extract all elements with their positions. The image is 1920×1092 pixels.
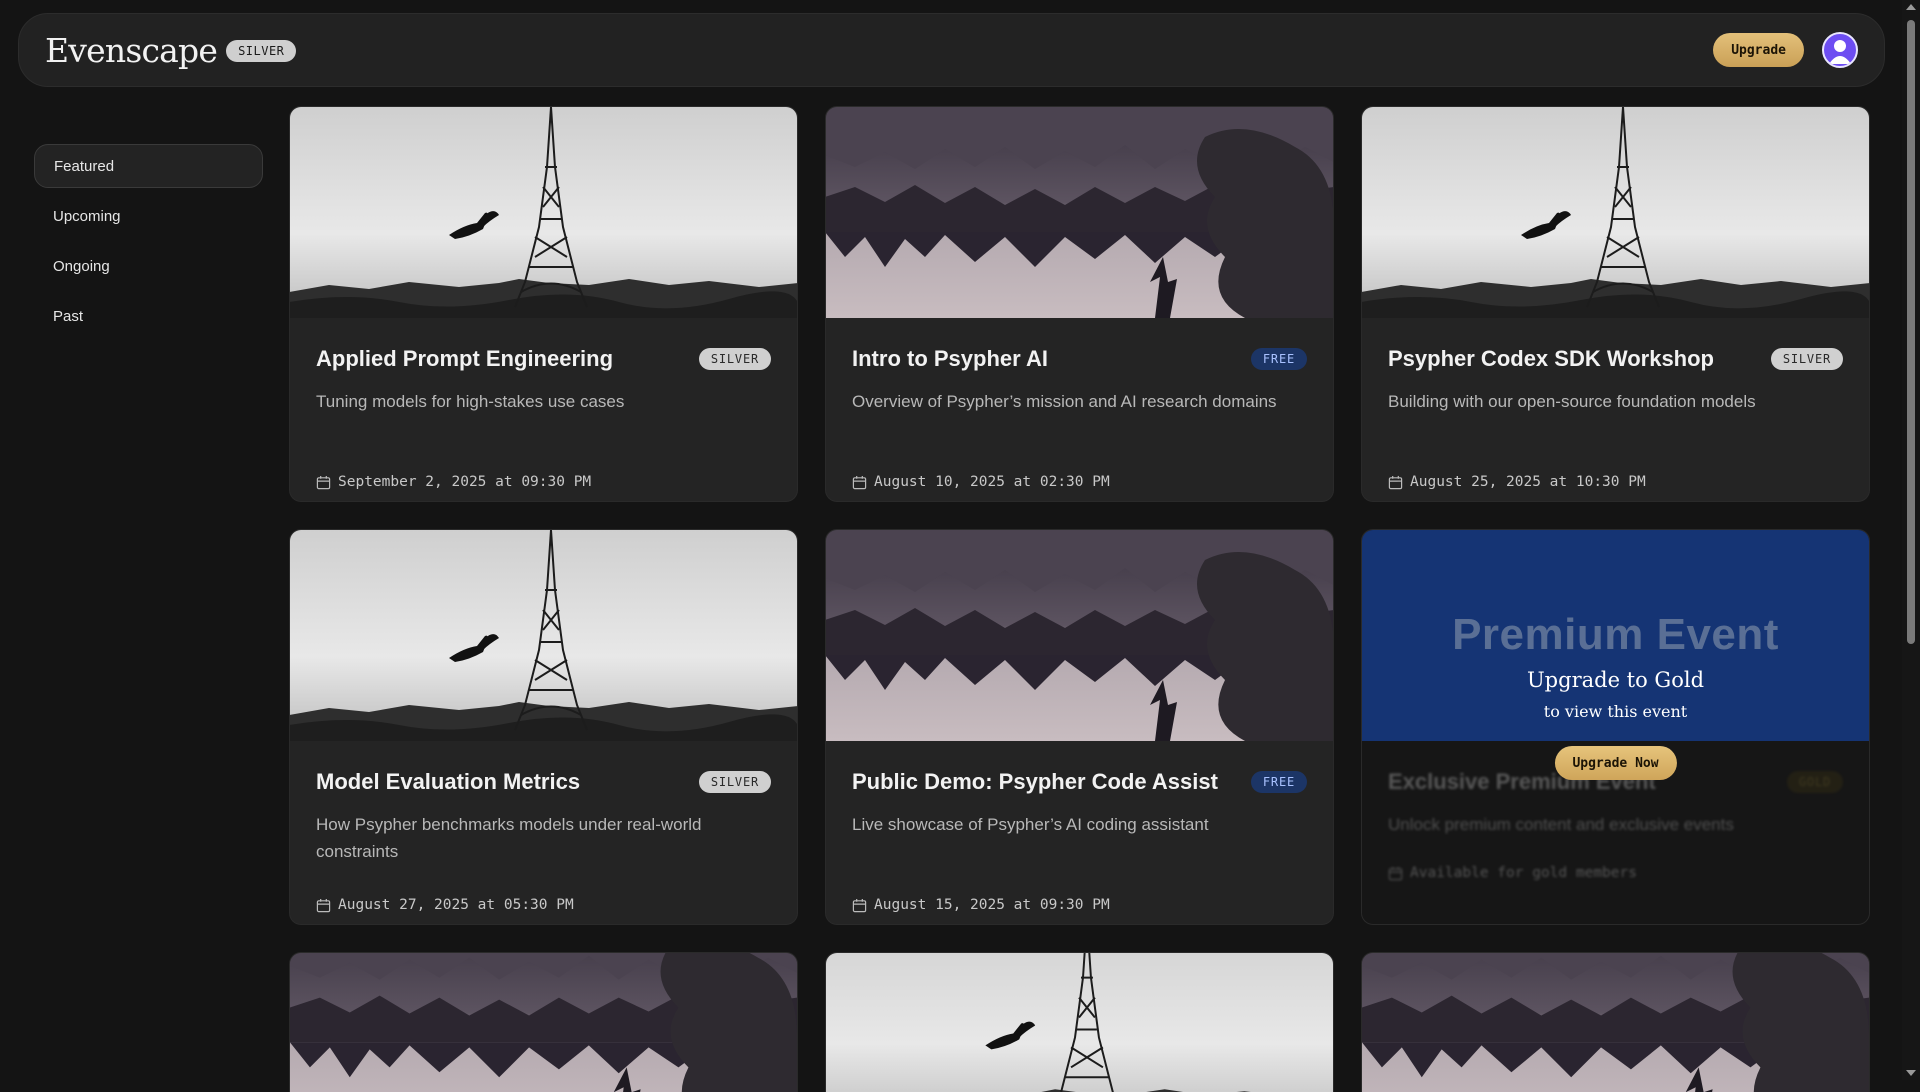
event-title: Applied Prompt Engineering <box>316 346 614 371</box>
sidebar-item-past[interactable]: Past <box>34 294 263 338</box>
card-body: Psypher Codex SDK Workshop SILVER Buildi… <box>1362 318 1869 490</box>
card-body: Intro to Psypher AI FREE Overview of Psy… <box>826 318 1333 490</box>
event-card[interactable]: Intro to Psypher AI FREE Overview of Psy… <box>825 106 1334 502</box>
event-description: Live showcase of Psypher’s AI coding ass… <box>852 815 1209 834</box>
premium-subtext: to view this event <box>1543 702 1688 721</box>
event-card[interactable]: Psypher Codex SDK Workshop SILVER Buildi… <box>1361 106 1870 502</box>
event-date: Available for gold members <box>1410 865 1637 881</box>
calendar-icon <box>316 898 331 912</box>
calendar-icon <box>852 475 867 489</box>
calendar-icon <box>1388 866 1403 880</box>
event-date-row: September 2, 2025 at 09:30 PM <box>316 474 771 490</box>
event-date: August 27, 2025 at 05:30 PM <box>338 897 574 913</box>
tier-badge: SILVER <box>698 348 771 370</box>
event-grid: Applied Prompt Engineering SILVER Tuning… <box>289 106 1870 1092</box>
event-description: Building with our open-source foundation… <box>1388 392 1756 411</box>
sidebar-item-label: Ongoing <box>53 257 110 275</box>
card-title-row: Applied Prompt Engineering SILVER <box>316 346 771 372</box>
card-body: Model Evaluation Metrics SILVER How Psyp… <box>290 741 797 913</box>
event-date-row: August 10, 2025 at 02:30 PM <box>852 474 1307 490</box>
event-date-row: August 15, 2025 at 09:30 PM <box>852 897 1307 913</box>
upgrade-now-button[interactable]: Upgrade Now <box>1554 746 1677 780</box>
event-title: Model Evaluation Metrics <box>316 769 581 794</box>
event-date-row: August 25, 2025 at 10:30 PM <box>1388 474 1843 490</box>
event-card[interactable]: Public Demo: Psypher Code Assist FREE Li… <box>825 529 1334 925</box>
scroll-down-arrow-icon[interactable] <box>1906 1070 1916 1076</box>
premium-event-card[interactable]: Premium Event Upgrade to Gold to view th… <box>1361 529 1870 925</box>
tier-badge: SILVER <box>698 771 771 793</box>
sidebar-item-ongoing[interactable]: Ongoing <box>34 244 263 288</box>
event-card[interactable] <box>289 952 798 1092</box>
event-image <box>290 107 797 318</box>
tier-badge: SILVER <box>1770 348 1843 370</box>
event-card[interactable] <box>825 952 1334 1092</box>
card-title-row: Public Demo: Psypher Code Assist FREE <box>852 769 1307 795</box>
calendar-icon <box>316 475 331 489</box>
event-image <box>290 953 797 1092</box>
card-title-row: Model Evaluation Metrics SILVER <box>316 769 771 795</box>
sidebar-item-label: Past <box>53 307 84 325</box>
event-title: Intro to Psypher AI <box>852 346 1048 371</box>
event-image <box>826 107 1333 318</box>
card-body: Public Demo: Psypher Code Assist FREE Li… <box>826 741 1333 913</box>
event-description: How Psypher benchmarks models under real… <box>316 815 702 861</box>
event-image <box>1362 107 1869 318</box>
card-body: Applied Prompt Engineering SILVER Tuning… <box>290 318 797 490</box>
premium-overlay: Premium Event Upgrade to Gold to view th… <box>1362 530 1869 741</box>
app-logo[interactable]: Evenscape <box>45 31 218 70</box>
event-image <box>826 530 1333 741</box>
page-scrollbar[interactable] <box>1902 0 1920 1080</box>
sidebar-item-label: Upcoming <box>53 207 121 225</box>
event-image <box>290 530 797 741</box>
user-silhouette-icon <box>1829 40 1851 64</box>
tier-badge: SILVER <box>226 40 297 62</box>
scroll-up-arrow-icon[interactable] <box>1906 4 1916 10</box>
event-card[interactable] <box>1361 952 1870 1092</box>
event-date: August 15, 2025 at 09:30 PM <box>874 897 1110 913</box>
event-description: Unlock premium content and exclusive eve… <box>1388 815 1734 834</box>
event-image <box>826 953 1333 1092</box>
premium-heading: Premium Event <box>1452 610 1779 659</box>
sidebar-item-upcoming[interactable]: Upcoming <box>34 194 263 238</box>
user-avatar-icon[interactable] <box>1822 32 1858 68</box>
event-description: Tuning models for high-stakes use cases <box>316 392 625 411</box>
event-card[interactable]: Model Evaluation Metrics SILVER How Psyp… <box>289 529 798 925</box>
event-date-row: August 27, 2025 at 05:30 PM <box>316 897 771 913</box>
card-title-row: Psypher Codex SDK Workshop SILVER <box>1388 346 1843 372</box>
top-header: Evenscape SILVER Upgrade <box>18 13 1885 87</box>
event-date: August 10, 2025 at 02:30 PM <box>874 474 1110 490</box>
sidebar-nav: Featured Upcoming Ongoing Past <box>34 144 263 344</box>
event-date-row: Available for gold members <box>1388 865 1843 881</box>
tier-badge: FREE <box>1250 348 1307 370</box>
card-title-row: Intro to Psypher AI FREE <box>852 346 1307 372</box>
sidebar-item-featured[interactable]: Featured <box>34 144 263 188</box>
sidebar-item-label: Featured <box>54 157 115 175</box>
calendar-icon <box>1388 475 1403 489</box>
event-title: Public Demo: Psypher Code Assist <box>852 769 1218 794</box>
event-image <box>1362 953 1869 1092</box>
event-date: August 25, 2025 at 10:30 PM <box>1410 474 1646 490</box>
upgrade-button[interactable]: Upgrade <box>1713 33 1804 67</box>
scroll-thumb[interactable] <box>1907 20 1915 644</box>
event-card[interactable]: Applied Prompt Engineering SILVER Tuning… <box>289 106 798 502</box>
calendar-icon <box>852 898 867 912</box>
event-title: Psypher Codex SDK Workshop <box>1388 346 1714 371</box>
tier-badge: GOLD <box>1786 771 1843 793</box>
event-description: Overview of Psypher’s mission and AI res… <box>852 392 1277 411</box>
event-date: September 2, 2025 at 09:30 PM <box>338 474 592 490</box>
premium-subheading: Upgrade to Gold <box>1526 668 1705 692</box>
tier-badge: FREE <box>1250 771 1307 793</box>
